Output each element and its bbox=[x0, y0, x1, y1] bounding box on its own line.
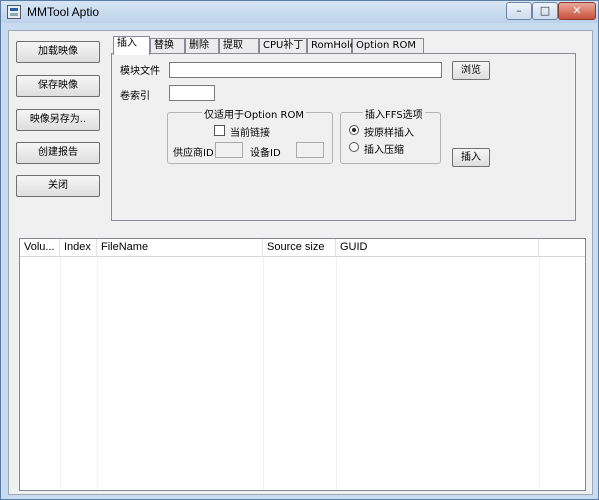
module-file-label: 模块文件 bbox=[120, 66, 160, 77]
tab-romhole[interactable]: RomHole bbox=[307, 38, 356, 54]
column-header-guid[interactable]: GUID bbox=[336, 239, 539, 257]
tab-extract[interactable]: 提取 bbox=[219, 38, 259, 54]
save-image-as-button[interactable]: 映像另存为.. bbox=[16, 109, 100, 131]
minimize-button[interactable]: – bbox=[506, 2, 532, 20]
insert-tab-panel: 模块文件 浏览 卷索引 仅适用于Option ROM 当前链接 供应商ID 设备… bbox=[111, 53, 576, 221]
insert-as-is-radio[interactable] bbox=[349, 125, 359, 135]
close-button[interactable]: 关闭 bbox=[16, 175, 100, 197]
column-divider bbox=[336, 257, 337, 490]
option-rom-group: 仅适用于Option ROM 当前链接 供应商ID 设备ID bbox=[167, 106, 333, 164]
ffs-options-group-title: 插入FFS选项 bbox=[363, 106, 425, 121]
column-divider bbox=[263, 257, 264, 490]
column-header-index[interactable]: Index bbox=[60, 239, 97, 257]
tab-option-rom[interactable]: Option ROM bbox=[352, 38, 424, 54]
volume-index-label: 卷索引 bbox=[120, 91, 150, 102]
save-image-button[interactable]: 保存映像 bbox=[16, 75, 100, 97]
maximize-button[interactable]: □ bbox=[532, 2, 558, 20]
app-icon bbox=[7, 5, 21, 19]
device-id-label: 设备ID bbox=[250, 148, 281, 159]
column-divider bbox=[60, 257, 61, 490]
option-rom-group-title: 仅适用于Option ROM bbox=[202, 106, 306, 121]
vendor-id-label: 供应商ID bbox=[173, 148, 214, 159]
current-link-checkbox[interactable] bbox=[214, 125, 225, 136]
insert-button[interactable]: 插入 bbox=[452, 148, 490, 167]
client-area: 加载映像 保存映像 映像另存为.. 创建报告 关闭 插入 替换 删除 提取 CP… bbox=[8, 30, 593, 495]
insert-as-is-label: 按原样插入 bbox=[364, 128, 414, 139]
device-id-input[interactable] bbox=[296, 142, 324, 158]
list-header: Volu... Index FileName Source size GUID bbox=[20, 239, 585, 257]
insert-compressed-radio[interactable] bbox=[349, 142, 359, 152]
volume-index-input[interactable] bbox=[169, 85, 215, 101]
tab-delete[interactable]: 删除 bbox=[185, 38, 219, 54]
current-link-label: 当前链接 bbox=[230, 128, 270, 139]
column-divider bbox=[97, 257, 98, 490]
main-window: MMTool Aptio – □ ✕ 加载映像 保存映像 映像另存为.. 创建报… bbox=[0, 0, 599, 500]
tab-cpu-patch[interactable]: CPU补丁 bbox=[259, 38, 307, 54]
column-header-filename[interactable]: FileName bbox=[97, 239, 263, 257]
close-window-button[interactable]: ✕ bbox=[558, 2, 596, 20]
title-bar[interactable]: MMTool Aptio – □ ✕ bbox=[1, 1, 598, 23]
vendor-id-input[interactable] bbox=[215, 142, 243, 158]
column-divider bbox=[539, 257, 540, 490]
insert-compressed-label: 插入压缩 bbox=[364, 145, 404, 156]
create-report-button[interactable]: 创建报告 bbox=[16, 142, 100, 164]
module-list[interactable]: Volu... Index FileName Source size GUID bbox=[19, 238, 586, 491]
ffs-options-group: 插入FFS选项 按原样插入 插入压缩 bbox=[340, 106, 441, 164]
column-header-volume[interactable]: Volu... bbox=[20, 239, 60, 257]
tab-replace[interactable]: 替换 bbox=[150, 38, 185, 54]
window-title: MMTool Aptio bbox=[27, 5, 100, 19]
tab-insert[interactable]: 插入 bbox=[113, 36, 150, 55]
load-image-button[interactable]: 加载映像 bbox=[16, 41, 100, 63]
browse-button[interactable]: 浏览 bbox=[452, 61, 490, 80]
column-header-source-size[interactable]: Source size bbox=[263, 239, 336, 257]
module-file-input[interactable] bbox=[169, 62, 442, 78]
